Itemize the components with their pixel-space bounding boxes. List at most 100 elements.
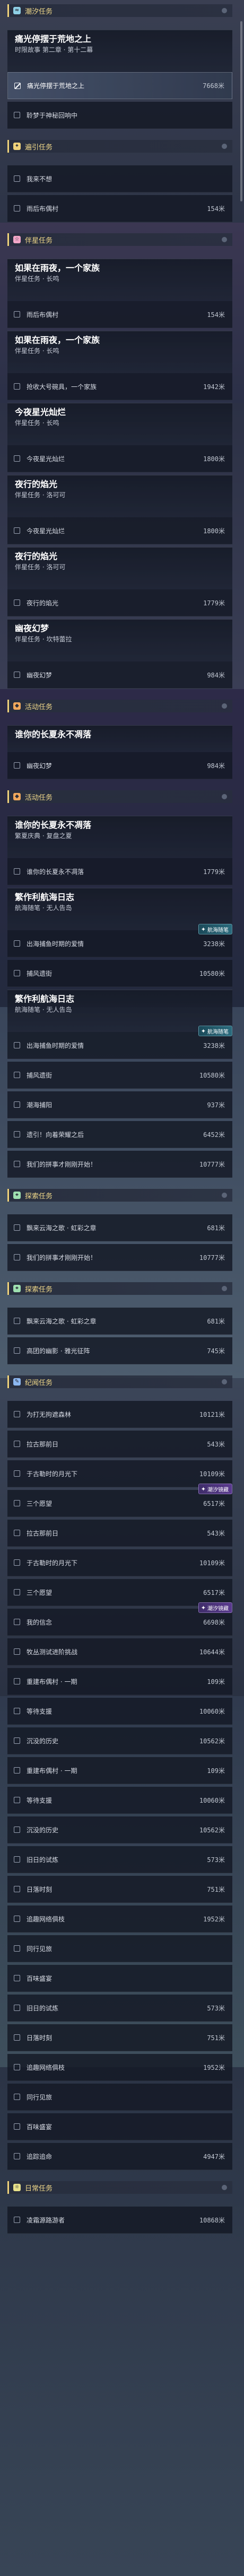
task-row[interactable]: 百味盛宴 xyxy=(7,2113,232,2140)
task-row[interactable]: 三个愿望 6517米 xyxy=(7,1579,232,1606)
task-row[interactable]: 我们的拼事才刚刚开始！ 10777米 xyxy=(7,1244,232,1271)
task-row[interactable]: 沉没的历史 10562米 xyxy=(7,1816,232,1843)
track-checkbox[interactable] xyxy=(14,2094,20,2100)
section-header[interactable]: ⌖ 探索任务 xyxy=(7,1189,232,1202)
task-row[interactable]: 日落时刻 751米 xyxy=(7,2024,232,2051)
collapse-toggle-icon[interactable] xyxy=(222,144,227,149)
track-checkbox[interactable] xyxy=(14,1161,20,1167)
track-checkbox[interactable] xyxy=(14,1500,20,1506)
track-checkbox[interactable] xyxy=(14,1856,20,1863)
task-row[interactable]: 捕风遗街 10580米 xyxy=(7,1062,232,1089)
collapse-toggle-icon[interactable] xyxy=(222,1286,227,1291)
task-row[interactable]: 等待支援 10060米 xyxy=(7,1787,232,1814)
track-checkbox[interactable] xyxy=(14,2123,20,2130)
task-row[interactable]: 为打无拘遮森林 10121米 xyxy=(7,1401,232,1428)
track-checkbox[interactable] xyxy=(14,205,20,211)
track-checkbox[interactable] xyxy=(14,1678,20,1684)
track-checkbox[interactable] xyxy=(14,970,20,976)
track-checkbox[interactable] xyxy=(14,1131,20,1137)
track-checkbox[interactable] xyxy=(14,2034,20,2041)
quest-card[interactable]: 今夜星光灿烂 伴星任务 · 长鸣 xyxy=(7,403,232,445)
task-row[interactable]: 今夜星光灿烂 1800米 xyxy=(7,445,232,472)
task-row[interactable]: 捕风遗街 10580米 xyxy=(7,960,232,987)
section-header[interactable]: ≈ 潮汐任务 xyxy=(7,4,232,17)
track-checkbox[interactable] xyxy=(14,599,20,606)
task-row[interactable]: 凌霜源路游者 10868米 xyxy=(7,2207,232,2234)
quest-card[interactable]: 如果在雨夜，一个家族 伴星任务 · 长鸣 xyxy=(7,259,232,301)
task-row[interactable]: 追趣网络俱枝 1952米 xyxy=(7,1905,232,1933)
task-row[interactable]: 三个愿望 6517米 ✦ 潮汐镜藏 xyxy=(7,1484,232,1517)
quest-card[interactable]: 幽夜幻梦 伴星任务 · 坎特蕾拉 xyxy=(7,619,232,661)
task-row[interactable]: 我的信念 6698米 ✦ 潮汐镜藏 xyxy=(7,1602,232,1636)
task-row[interactable]: 于古勒时的月光下 10109米 xyxy=(7,1549,232,1576)
track-checkbox[interactable] xyxy=(14,940,20,947)
quest-card[interactable]: 如果在雨夜，一个家族 伴星任务 · 长鸣 xyxy=(7,331,232,373)
track-checkbox[interactable] xyxy=(14,1441,20,1447)
task-row[interactable]: 旧日的试炼 573米 xyxy=(7,1846,232,1873)
track-checkbox[interactable] xyxy=(14,762,20,769)
track-checkbox[interactable] xyxy=(14,1318,20,1324)
track-checkbox[interactable] xyxy=(14,1619,20,1625)
section-header[interactable]: ✎ 纪闻任务 xyxy=(7,1375,232,1388)
collapse-toggle-icon[interactable] xyxy=(222,8,227,13)
collapse-toggle-icon[interactable] xyxy=(222,237,227,242)
track-checkbox[interactable] xyxy=(14,1411,20,1417)
track-checkbox[interactable] xyxy=(14,1347,20,1354)
task-row[interactable]: 高团的幽影 · 雅光征阵 745米 xyxy=(7,1337,232,1364)
track-checkbox[interactable] xyxy=(14,1797,20,1803)
track-checkbox[interactable] xyxy=(14,2005,20,2011)
task-row[interactable]: 旧日的试炼 573米 xyxy=(7,1995,232,2022)
task-row[interactable]: 痛光停摆于荒地之上 7668米 xyxy=(7,72,232,99)
track-checkbox[interactable] xyxy=(14,1072,20,1078)
track-checkbox[interactable] xyxy=(14,1589,20,1595)
track-checkbox[interactable] xyxy=(14,2064,20,2070)
task-row[interactable]: 等待支援 10060米 xyxy=(7,1698,232,1725)
task-row[interactable]: 雨后布偶村 154米 xyxy=(7,195,232,222)
quest-card[interactable]: 谁你的长夏永不凋落 繁夏庆典 · 复盘之夏 xyxy=(7,816,232,858)
section-header[interactable]: ◆ 活动任务 xyxy=(7,790,232,803)
task-row[interactable]: 出海捕鱼时期的爱情 3238米 ✦ 航海随笔 xyxy=(7,924,232,957)
track-checkbox[interactable] xyxy=(14,82,21,89)
track-checkbox[interactable] xyxy=(14,672,20,678)
section-header[interactable]: ⌖ 探索任务 xyxy=(7,1282,232,1295)
track-checkbox[interactable] xyxy=(14,1945,20,1952)
task-row[interactable]: 抢收大号碗具，一个家族 1942米 xyxy=(7,373,232,400)
track-checkbox[interactable] xyxy=(14,455,20,462)
track-checkbox[interactable] xyxy=(14,1648,20,1655)
task-row[interactable]: 追踪追命 4947米 xyxy=(7,2143,232,2170)
task-row[interactable]: 百味盛宴 xyxy=(7,1965,232,1992)
track-checkbox[interactable] xyxy=(14,2153,20,2159)
track-checkbox[interactable] xyxy=(14,527,20,534)
task-row[interactable]: 重建布偶村 · 一期 109米 xyxy=(7,1668,232,1695)
track-checkbox[interactable] xyxy=(14,1827,20,1833)
task-row[interactable]: 谁你的长夏永不凋落 1779米 xyxy=(7,858,232,885)
section-header[interactable]: ☼ 日常任务 xyxy=(7,2181,232,2194)
task-row[interactable]: 幽夜幻梦 984米 xyxy=(7,661,232,689)
track-checkbox[interactable] xyxy=(14,1886,20,1892)
task-row[interactable]: 飘来云海之歌 · 虹彩之章 681米 xyxy=(7,1308,232,1335)
track-checkbox[interactable] xyxy=(14,112,20,118)
quest-card[interactable]: 夜行的焰光 伴星任务 · 洛可可 xyxy=(7,475,232,517)
section-header[interactable]: ☆ 伴星任务 xyxy=(7,233,232,246)
task-row[interactable]: 飘来云海之歌 · 虹彩之章 681米 xyxy=(7,1214,232,1241)
track-checkbox[interactable] xyxy=(14,1708,20,1714)
track-checkbox[interactable] xyxy=(14,1767,20,1774)
task-row[interactable]: 我们的拼事才刚刚开始！ 10777米 xyxy=(7,1151,232,1178)
task-row[interactable]: 沉没的历史 10562米 xyxy=(7,1727,232,1754)
task-row[interactable]: 拉古那前日 543米 xyxy=(7,1431,232,1458)
section-header[interactable]: ✦ 遍引任务 xyxy=(7,140,232,153)
task-row[interactable]: 同行见旅 xyxy=(7,2084,232,2111)
scrollbar[interactable] xyxy=(240,21,242,201)
task-row[interactable]: 我来不想 xyxy=(7,165,232,192)
quest-card[interactable]: 痛光停摆于荒地之上 时限故事 第二章 · 第十二幕 xyxy=(7,30,232,72)
task-row[interactable]: 夜行的焰光 1779米 xyxy=(7,589,232,616)
task-row[interactable]: 出海捕鱼时期的爱情 3238米 ✦ 航海随笔 xyxy=(7,1026,232,1059)
track-checkbox[interactable] xyxy=(14,1916,20,1922)
quest-card[interactable]: 谁你的长夏永不凋落 xyxy=(7,725,232,752)
collapse-toggle-icon[interactable] xyxy=(222,1379,227,1384)
track-checkbox[interactable] xyxy=(14,311,20,317)
track-checkbox[interactable] xyxy=(14,868,20,875)
collapse-toggle-icon[interactable] xyxy=(222,794,227,799)
track-checkbox[interactable] xyxy=(14,1737,20,1744)
track-checkbox[interactable] xyxy=(14,1224,20,1231)
